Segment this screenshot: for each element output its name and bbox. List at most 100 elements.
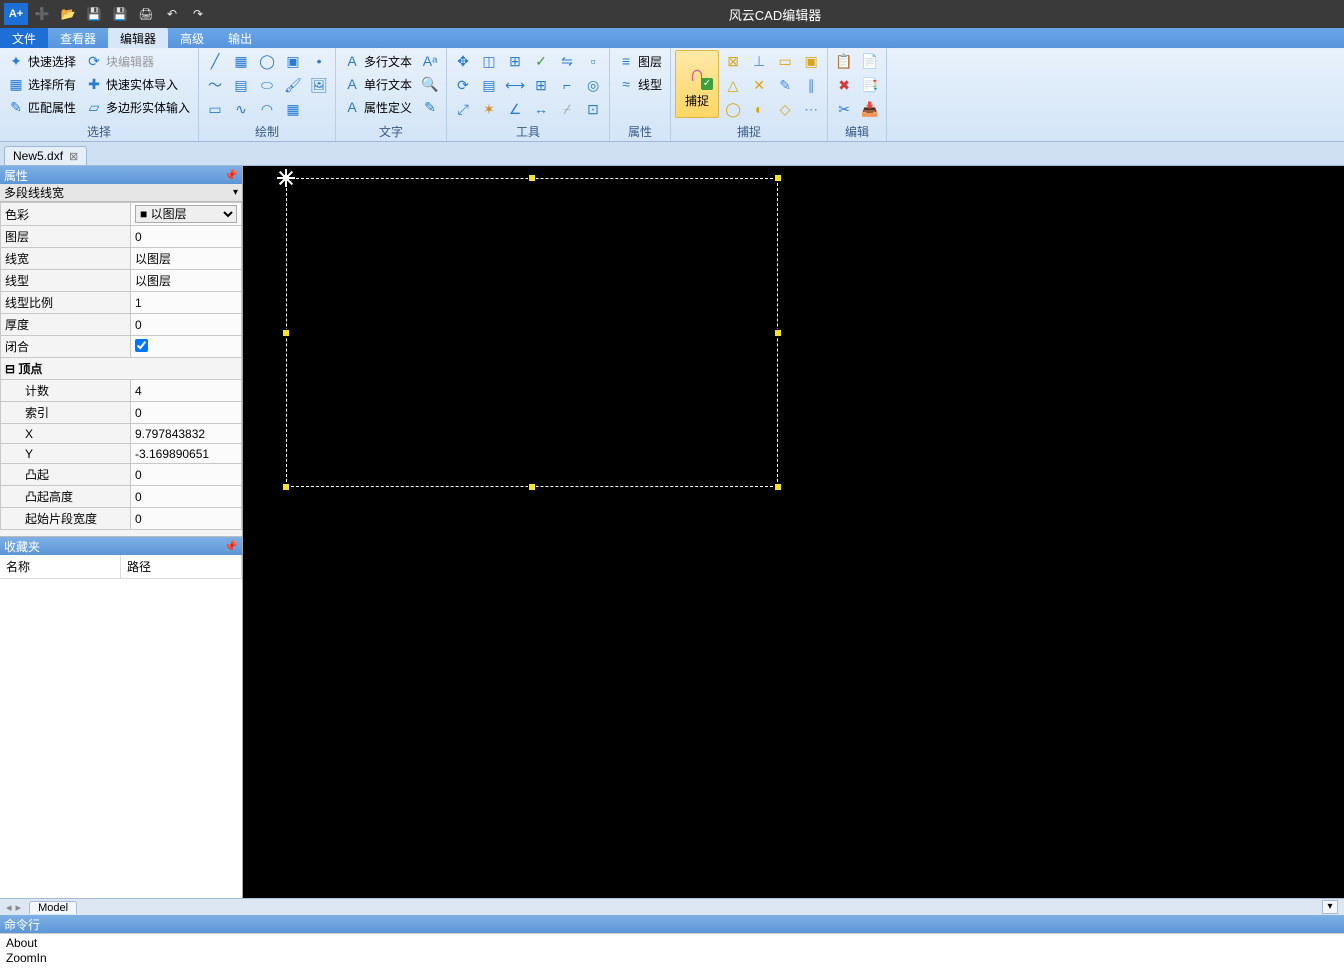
prop-线型-value[interactable]: 以图层 <box>135 274 171 288</box>
prop-val[interactable]: 4 <box>131 380 242 402</box>
new-icon[interactable]: ➕ <box>30 3 54 25</box>
rotate-button[interactable]: ⟳ <box>451 74 475 96</box>
copy-clip-button[interactable]: 📑 <box>858 74 882 96</box>
undo-icon[interactable]: ↶ <box>160 3 184 25</box>
prop-val[interactable]: ■ 以图层 <box>131 203 242 226</box>
handle[interactable] <box>528 174 536 182</box>
close-icon[interactable]: ⊠ <box>69 150 78 163</box>
line-button[interactable]: ╱ <box>203 50 227 72</box>
prop-val[interactable]: 以图层 <box>131 270 242 292</box>
prop-val[interactable]: 0 <box>131 402 242 424</box>
mirror-button[interactable]: ⇋ <box>555 50 579 72</box>
handle[interactable] <box>774 174 782 182</box>
erase-button[interactable]: ✓ <box>529 50 553 72</box>
snap-mid-button[interactable]: △ <box>721 74 745 96</box>
handle[interactable] <box>774 329 782 337</box>
snap-qua-button[interactable]: ◇ <box>773 98 797 120</box>
point-button[interactable]: • <box>307 50 331 72</box>
quick-select-button[interactable]: ✦快速选择 <box>4 50 80 72</box>
hatch-button[interactable]: ▦ <box>229 50 253 72</box>
array-button[interactable]: ⊞ <box>529 74 553 96</box>
copy-button[interactable]: 📋 <box>832 50 856 72</box>
prop-val[interactable]: 0 <box>131 464 242 486</box>
dim-linear-button[interactable]: ⟷ <box>503 74 527 96</box>
prop-线宽-value[interactable]: 以图层 <box>135 252 171 266</box>
drawing-canvas[interactable] <box>243 166 1344 898</box>
match-props-button[interactable]: ✎匹配属性 <box>4 96 80 118</box>
menu-editor[interactable]: 编辑器 <box>108 28 168 48</box>
paint-button[interactable]: 🖌 <box>281 74 305 96</box>
polygon-entity-input-button[interactable]: ▱多边形实体输入 <box>82 96 194 118</box>
snap-ext-button[interactable]: ⋯ <box>799 98 823 120</box>
snap-nea-button[interactable]: ▭ <box>773 50 797 72</box>
prop-色彩-select[interactable]: ■ 以图层 <box>135 205 237 223</box>
paste-button[interactable]: 📄 <box>858 50 882 72</box>
fast-entity-import-button[interactable]: ✚快速实体导入 <box>82 73 194 95</box>
fillet-button[interactable]: ⌐ <box>555 74 579 96</box>
text-style-button[interactable]: Aᵃ <box>418 50 442 72</box>
open-icon[interactable]: 📂 <box>56 3 80 25</box>
menu-viewer[interactable]: 查看器 <box>48 28 108 48</box>
pin-icon[interactable]: 📌 <box>224 540 238 553</box>
prop-val[interactable]: 9.797843832 <box>131 424 242 444</box>
offset-button[interactable]: ◎ <box>581 74 605 96</box>
spline-button[interactable]: ∿ <box>229 98 253 120</box>
tab-scroll-left-icon[interactable]: ◂ <box>6 901 12 914</box>
scale-button[interactable]: ⤢ <box>451 98 475 120</box>
explode-button[interactable]: ✶ <box>477 98 501 120</box>
snap-tan-button[interactable]: ◐ <box>747 98 771 120</box>
text-find-button[interactable]: 🔍 <box>418 73 442 95</box>
expand-icon[interactable]: ▾ <box>1322 900 1338 914</box>
snap-big-button[interactable]: ∩ ✓ 捕捉 <box>675 50 719 118</box>
text-edit-button[interactable]: ✎ <box>418 96 442 118</box>
pin-icon[interactable]: 📌 <box>224 169 238 182</box>
snap-ins-button[interactable]: ▣ <box>799 50 823 72</box>
delete-button[interactable]: ✖ <box>832 74 856 96</box>
object-type-selector[interactable]: 多段线线宽 ▾ <box>0 184 242 202</box>
prop-闭合-check[interactable] <box>135 339 148 352</box>
layer-button[interactable]: ≡图层 <box>614 50 666 72</box>
polyline-button[interactable]: 〜 <box>203 74 227 96</box>
prop-val[interactable]: 0 <box>131 486 242 508</box>
model-tab[interactable]: Model <box>29 901 77 914</box>
move-button[interactable]: ✥ <box>451 50 475 72</box>
arc-button[interactable]: ◠ <box>255 98 279 120</box>
select-all-button[interactable]: ▦选择所有 <box>4 73 80 95</box>
prop-val[interactable] <box>131 336 242 358</box>
snap-end-button[interactable]: ⊠ <box>721 50 745 72</box>
table-button[interactable]: ▦ <box>281 98 305 120</box>
prop-val[interactable]: 0 <box>131 508 242 530</box>
app-icon[interactable]: A+ <box>4 3 28 25</box>
handle[interactable] <box>282 483 290 491</box>
linetype-button[interactable]: ≈线型 <box>614 73 666 95</box>
align-button[interactable]: ▤ <box>477 74 501 96</box>
distance-button[interactable]: ↔ <box>529 98 553 120</box>
break-button[interactable]: ⌿ <box>555 98 579 120</box>
command-line[interactable]: About ZoomIn <box>0 933 1344 979</box>
menu-output[interactable]: 输出 <box>216 28 264 48</box>
snap-nod-button[interactable]: ✎ <box>773 74 797 96</box>
prop-val[interactable]: 以图层 <box>131 248 242 270</box>
menu-file[interactable]: 文件 <box>0 28 48 48</box>
handle[interactable] <box>282 329 290 337</box>
prop-val[interactable]: 0 <box>131 314 242 336</box>
prop-val[interactable]: 1 <box>131 292 242 314</box>
snap-par-button[interactable]: ∥ <box>799 74 823 96</box>
rect-button[interactable]: ▭ <box>203 98 227 120</box>
block-button[interactable]: ▣ <box>281 50 305 72</box>
image-button[interactable]: 🖼 <box>307 74 331 96</box>
prop-val[interactable]: 0 <box>131 226 242 248</box>
prop-厚度-value[interactable]: 0 <box>135 318 142 332</box>
mtext-button[interactable]: A多行文本 <box>340 50 416 72</box>
snap-per-button[interactable]: ⊥ <box>747 50 771 72</box>
ellipse-button[interactable]: ⬭ <box>255 74 279 96</box>
saveall-icon[interactable]: 💾 <box>108 3 132 25</box>
file-tab[interactable]: New5.dxf ⊠ <box>4 146 87 165</box>
snap-cen-button[interactable]: ◯ <box>721 98 745 120</box>
paste-special-button[interactable]: 📥 <box>858 98 882 120</box>
print-icon[interactable]: 🖨 <box>134 3 158 25</box>
attdef-button[interactable]: A属性定义 <box>340 96 416 118</box>
cut-button[interactable]: ✂ <box>832 98 856 120</box>
select-window-button[interactable]: ◫ <box>477 50 501 72</box>
region-button[interactable]: ▤ <box>229 74 253 96</box>
